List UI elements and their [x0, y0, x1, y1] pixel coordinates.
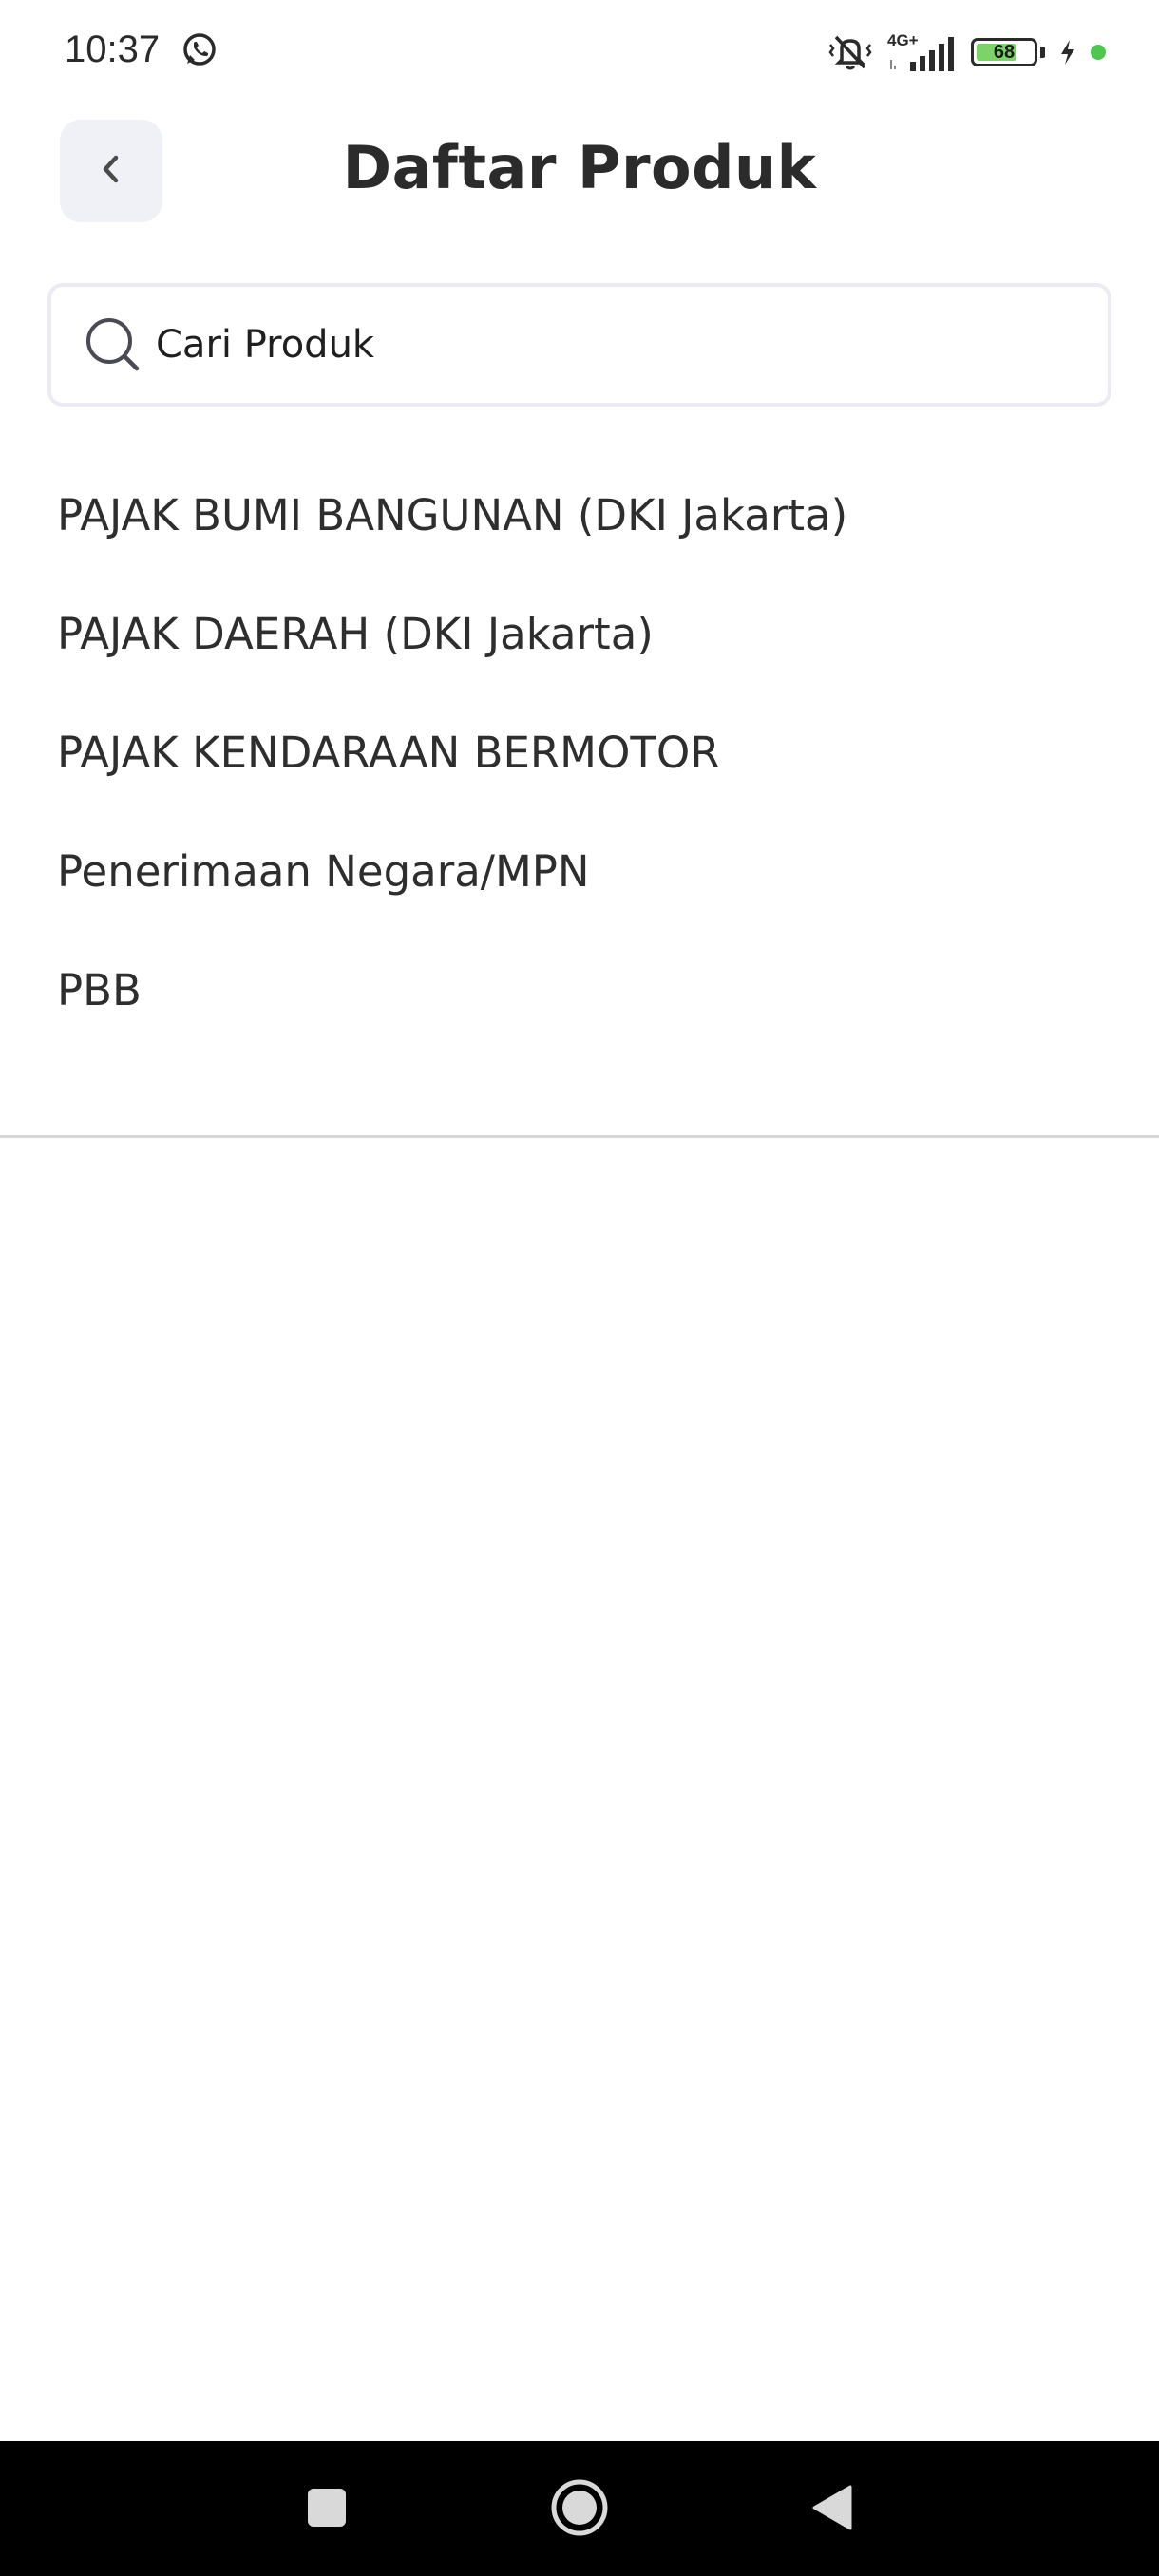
product-item[interactable]: PAJAK BUMI BANGUNAN (DKI Jakarta): [0, 456, 1159, 575]
recents-square-icon: [306, 2487, 348, 2533]
search-input[interactable]: [154, 322, 1070, 368]
battery-icon: 68: [971, 38, 1037, 66]
status-bar: 10:37 4G+ 68: [0, 0, 1159, 104]
search-icon: [84, 315, 142, 374]
status-time: 10:37: [65, 28, 161, 70]
back-triangle-icon: [810, 2483, 854, 2537]
green-dot-icon: [1091, 45, 1106, 60]
silent-vibrate-icon: [826, 31, 874, 73]
product-item[interactable]: PBB: [0, 931, 1159, 1050]
home-button[interactable]: [542, 2472, 618, 2548]
list-divider: [0, 1135, 1159, 1138]
status-icons: 4G+ 68: [826, 28, 1106, 76]
page-title: Daftar Produk: [342, 133, 817, 202]
charging-icon: [1058, 38, 1077, 66]
recents-button[interactable]: [289, 2472, 365, 2548]
search-box[interactable]: [48, 283, 1112, 407]
home-circle-icon: [549, 2477, 610, 2543]
product-item[interactable]: Penerimaan Negara/MPN: [0, 812, 1159, 931]
battery-level: 68: [993, 41, 1016, 63]
system-nav-bar: [0, 2441, 1159, 2576]
whatsapp-icon: [180, 30, 218, 68]
product-item[interactable]: PAJAK DAERAH (DKI Jakarta): [0, 575, 1159, 693]
product-list: PAJAK BUMI BANGUNAN (DKI Jakarta) PAJAK …: [0, 456, 1159, 1050]
product-item[interactable]: PAJAK KENDARAAN BERMOTOR: [0, 693, 1159, 812]
nav-back-button[interactable]: [794, 2472, 870, 2548]
battery-cap: [1040, 47, 1045, 58]
signal-icon: 4G+: [887, 31, 958, 73]
